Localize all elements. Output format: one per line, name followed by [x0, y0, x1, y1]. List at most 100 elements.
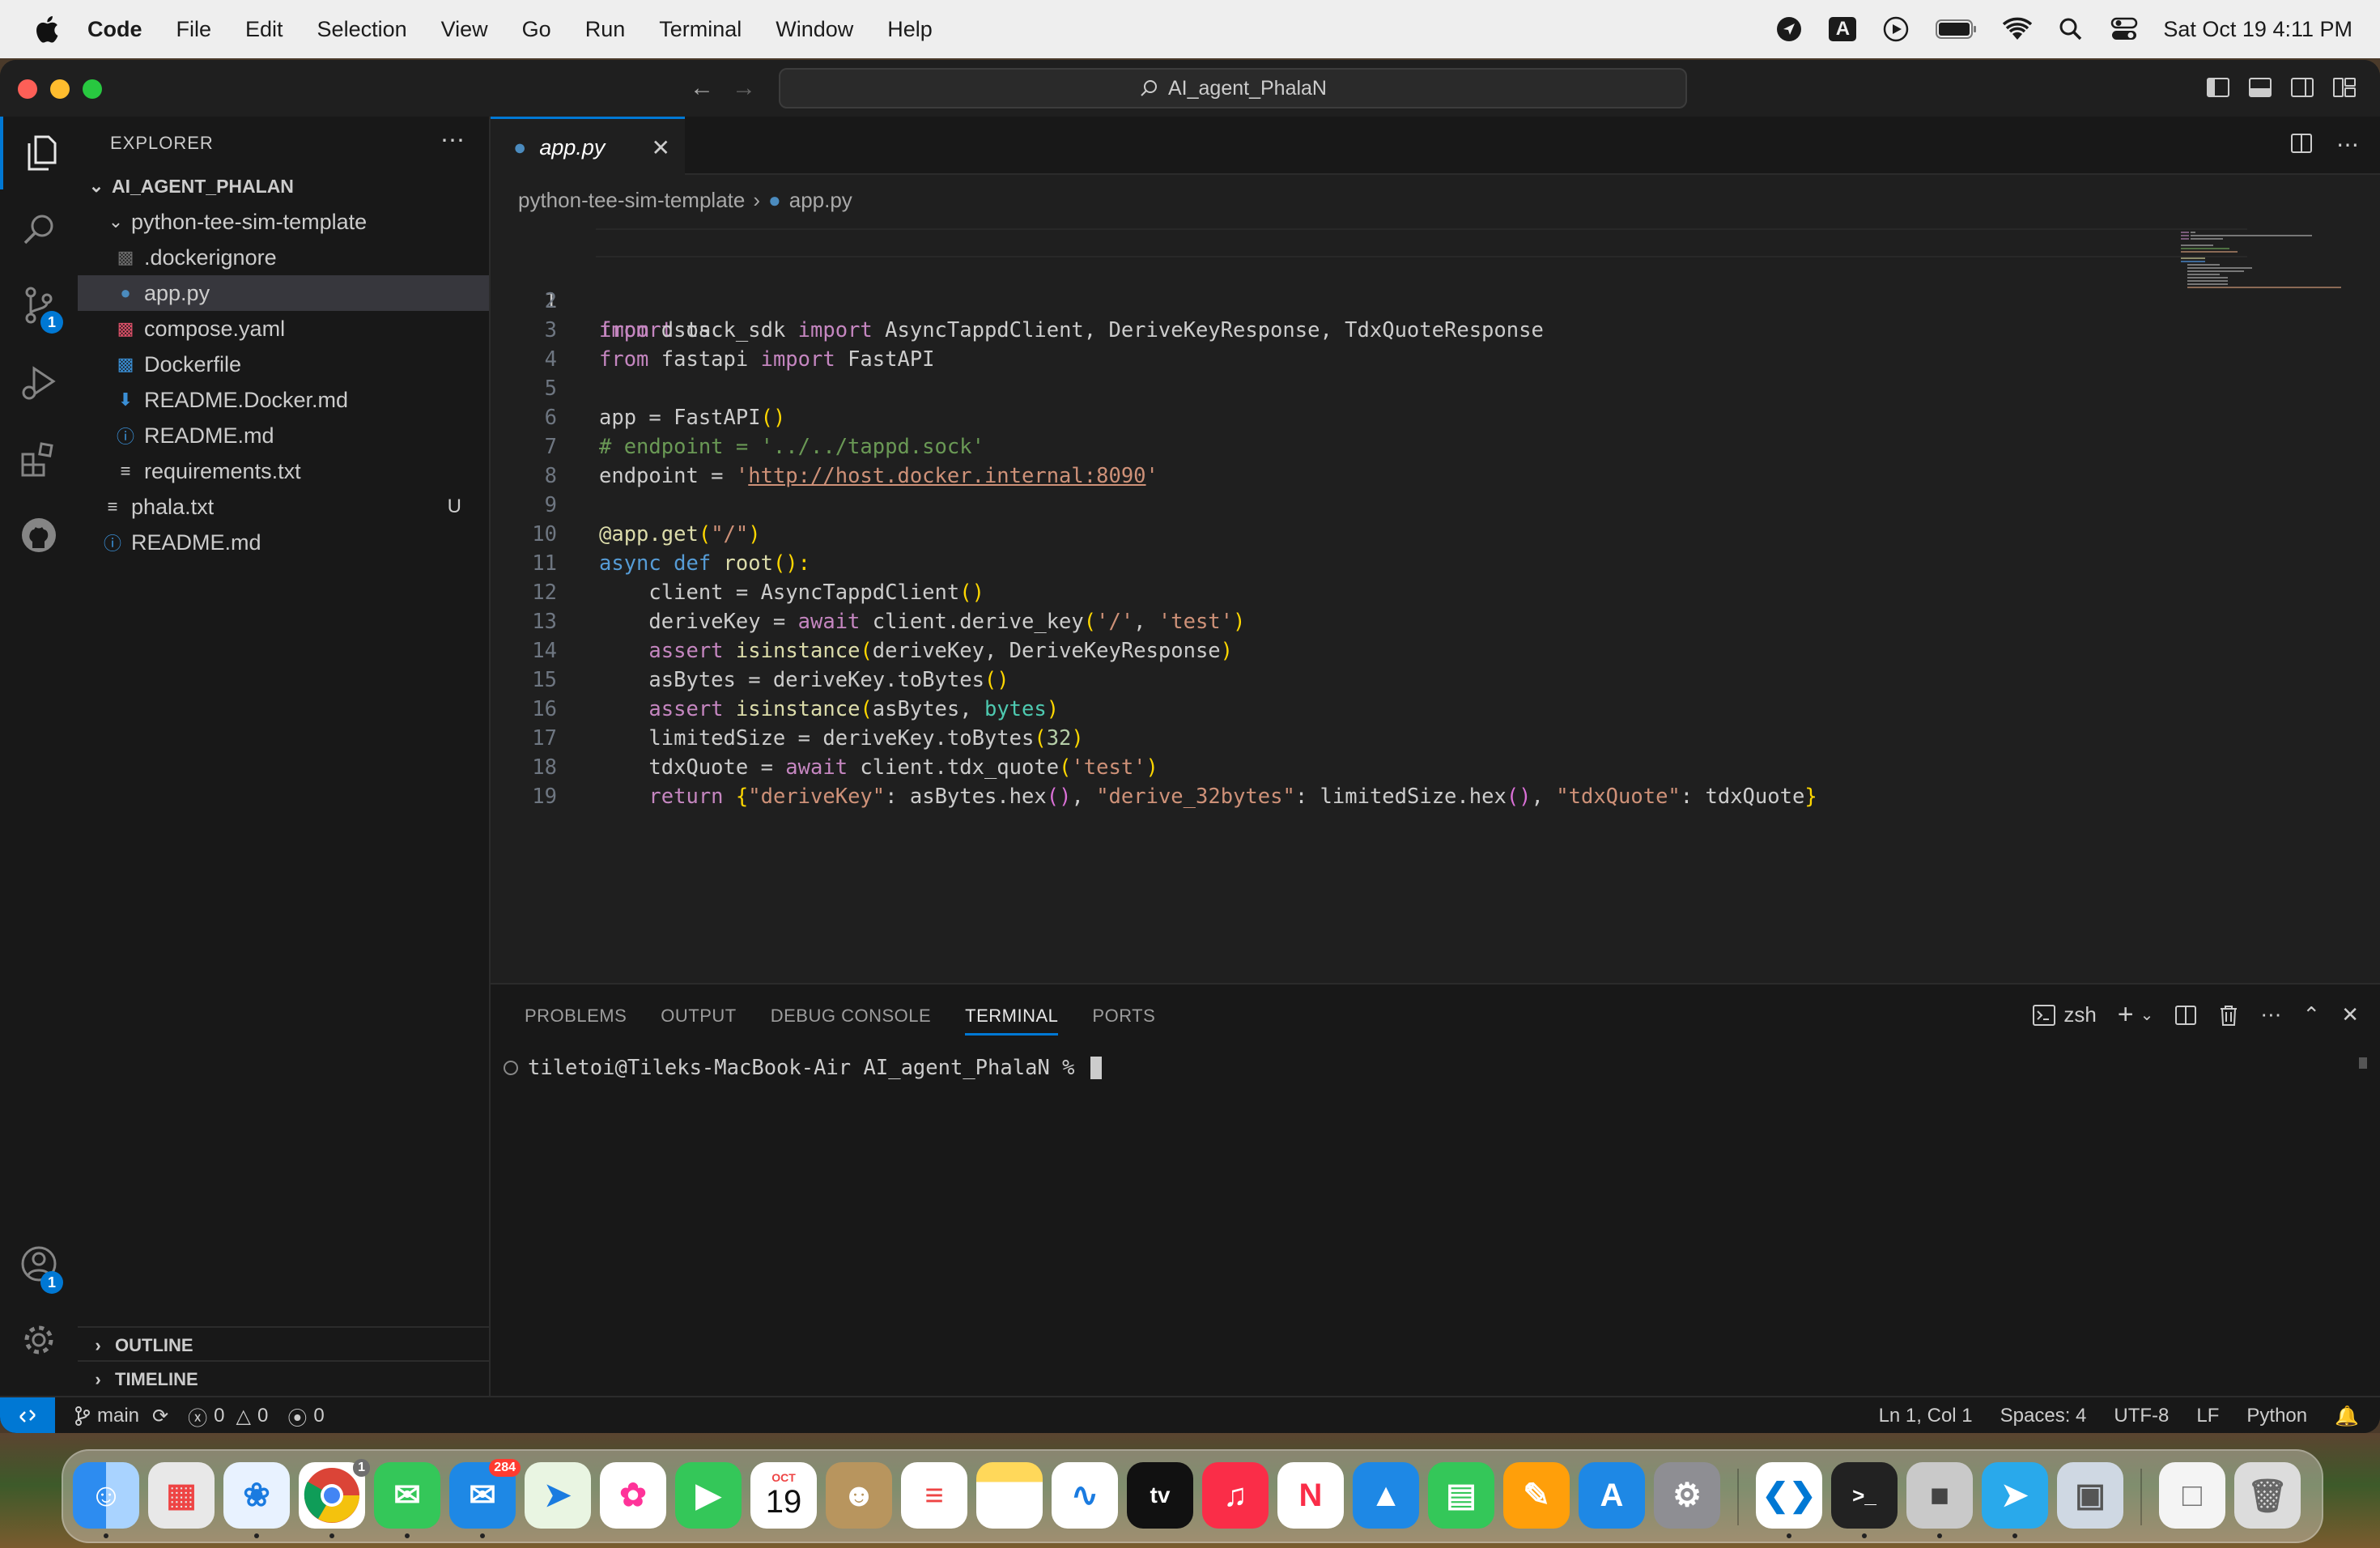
launchpad-icon[interactable]: ▦ — [148, 1462, 215, 1529]
breadcrumb-folder[interactable]: python-tee-sim-template — [518, 188, 745, 213]
chrome-icon[interactable]: 1 — [299, 1459, 370, 1529]
code-editor[interactable]: 1 import os 2 from dstack_sdk import Asy… — [491, 228, 2247, 1006]
freeform-icon[interactable]: ∿ — [1052, 1462, 1118, 1529]
input-source-icon[interactable]: A — [1828, 15, 1857, 44]
source-control-activity[interactable]: 1 — [0, 269, 78, 342]
cursor-position[interactable]: Ln 1, Col 1 — [1879, 1405, 1973, 1427]
trash-icon[interactable]: 🗑 — [2234, 1462, 2301, 1529]
menu-edit[interactable]: Edit — [245, 17, 283, 42]
file-row[interactable]: ⬇ README.Docker.md — [78, 382, 489, 418]
downloads-folder-icon[interactable]: □ — [2159, 1462, 2225, 1529]
finder-icon[interactable]: ☺ — [73, 1462, 139, 1529]
more-actions-icon[interactable]: ⋯ — [2260, 1002, 2281, 1027]
disk-utility-icon[interactable]: ■ — [1906, 1462, 1973, 1529]
sync-icon[interactable]: ⟳ — [152, 1405, 168, 1428]
numbers-icon[interactable]: ▤ — [1428, 1462, 1494, 1529]
file-row[interactable]: ≡ phala.txt U — [78, 489, 489, 525]
menu-help[interactable]: Help — [887, 17, 933, 42]
pages-icon[interactable]: ✎ — [1503, 1462, 1570, 1529]
toggle-secondary-sidebar-icon[interactable] — [2289, 74, 2315, 100]
minimap[interactable] — [2181, 232, 2343, 296]
explorer-more-icon[interactable]: ⋯ — [440, 126, 465, 155]
breadcrumb-file[interactable]: app.py — [789, 188, 852, 213]
menubar-clock[interactable]: Sat Oct 19 4:11 PM — [2163, 17, 2352, 42]
extensions-activity[interactable] — [0, 423, 78, 495]
mail-icon[interactable]: ✉ 284 — [449, 1459, 521, 1529]
terminal-output[interactable]: tiletoi@Tileks-MacBook-Air AI_agent_Phal… — [504, 1056, 1102, 1080]
menu-view[interactable]: View — [441, 17, 488, 42]
file-row[interactable]: ⓘ README.md — [78, 525, 489, 560]
manage-activity[interactable] — [0, 1303, 78, 1376]
close-panel-icon[interactable]: ✕ — [2341, 1002, 2359, 1027]
window-zoom-button[interactable] — [83, 79, 102, 99]
menu-terminal[interactable]: Terminal — [659, 17, 742, 42]
ports-indicator[interactable]: ⦿ 0 — [287, 1402, 324, 1431]
trash-icon[interactable] — [2218, 1004, 2239, 1027]
facetime-icon[interactable]: ▶ — [675, 1462, 742, 1529]
menu-file[interactable]: File — [176, 17, 212, 42]
calendar-icon[interactable]: OCT 19 — [750, 1462, 817, 1529]
tab-terminal[interactable]: TERMINAL — [965, 1006, 1059, 1036]
window-minimize-button[interactable] — [50, 79, 70, 99]
problems-indicator[interactable]: ⓧ 0 △ 0 — [188, 1402, 268, 1431]
tab-app-py[interactable]: ● app.py ✕ — [491, 117, 685, 176]
tab-debug-console[interactable]: DEBUG CONSOLE — [771, 1006, 931, 1036]
reminders-icon[interactable]: ≡ — [901, 1462, 967, 1529]
menu-selection[interactable]: Selection — [317, 17, 407, 42]
terminal-app-icon[interactable]: >_ — [1831, 1462, 1898, 1529]
maps-icon[interactable]: ➤ — [525, 1462, 591, 1529]
outline-section[interactable]: › OUTLINE — [78, 1326, 489, 1363]
customize-layout-icon[interactable] — [2331, 74, 2357, 100]
file-row[interactable]: ▩ Dockerfile — [78, 347, 489, 382]
menu-run[interactable]: Run — [585, 17, 626, 42]
contacts-icon[interactable]: ☻ — [826, 1462, 892, 1529]
folder-python-tee-sim-template[interactable]: ⌄ python-tee-sim-template — [78, 204, 489, 240]
vscode-icon[interactable]: ❮❯ — [1756, 1462, 1822, 1529]
file-row-selected[interactable]: ● app.py — [78, 275, 489, 311]
close-icon[interactable]: ✕ — [652, 134, 670, 161]
maximize-panel-icon[interactable]: ⌃ — [2302, 1002, 2320, 1027]
tab-ports[interactable]: PORTS — [1092, 1006, 1155, 1036]
indentation[interactable]: Spaces: 4 — [2000, 1405, 2087, 1427]
spotlight-search-icon[interactable] — [2056, 15, 2085, 44]
search-activity[interactable] — [0, 193, 78, 266]
github-activity[interactable] — [0, 499, 78, 572]
explorer-activity[interactable] — [0, 117, 81, 189]
remote-indicator[interactable] — [0, 1397, 55, 1433]
split-editor-icon[interactable] — [2289, 131, 2314, 155]
new-terminal-icon[interactable]: + — [2118, 999, 2134, 1031]
telegram-icon[interactable]: ➤ — [1982, 1462, 2048, 1529]
system-settings-icon[interactable]: ⚙ — [1654, 1462, 1720, 1529]
run-debug-activity[interactable] — [0, 347, 78, 419]
language-mode[interactable]: Python — [2246, 1405, 2307, 1427]
branch-indicator[interactable]: main ⟳ — [74, 1405, 168, 1428]
file-row[interactable]: ▩ .dockerignore — [78, 240, 489, 275]
back-arrow-icon[interactable]: ← — [688, 74, 716, 102]
battery-icon[interactable] — [1935, 15, 1978, 44]
app-store-icon[interactable]: A — [1579, 1462, 1645, 1529]
accounts-activity[interactable]: 1 — [0, 1227, 78, 1300]
photos-icon[interactable]: ✿ — [600, 1462, 666, 1529]
notes-icon[interactable] — [976, 1462, 1043, 1529]
file-row[interactable]: ≡ requirements.txt — [78, 453, 489, 489]
timeline-section[interactable]: › TIMELINE — [78, 1360, 489, 1397]
messages-icon[interactable]: ✉ — [374, 1462, 440, 1529]
location-arrow-icon[interactable] — [1774, 15, 1804, 44]
play-circle-icon[interactable] — [1881, 15, 1910, 44]
workspace-root[interactable]: ⌄ AI_AGENT_PHALAN — [78, 168, 489, 204]
tv-icon[interactable]: tv — [1127, 1462, 1193, 1529]
file-row[interactable]: ⓘ README.md — [78, 418, 489, 453]
file-row[interactable]: ▩ compose.yaml — [78, 311, 489, 347]
menu-app-name[interactable]: Code — [87, 17, 142, 42]
chevron-down-icon[interactable]: ⌄ — [2140, 1005, 2154, 1025]
end-of-line[interactable]: LF — [2196, 1405, 2219, 1427]
encoding[interactable]: UTF-8 — [2114, 1405, 2169, 1427]
music-icon[interactable]: ♫ — [1202, 1462, 1269, 1529]
keynote-icon[interactable]: ▲ — [1353, 1462, 1419, 1529]
split-terminal-icon[interactable] — [2174, 1004, 2197, 1027]
preview-icon[interactable]: ▣ — [2057, 1462, 2123, 1529]
toggle-primary-sidebar-icon[interactable] — [2205, 74, 2231, 100]
safari-icon[interactable]: ❀ — [223, 1462, 290, 1529]
more-actions-icon[interactable]: ⋯ — [2336, 131, 2359, 158]
news-icon[interactable]: N — [1277, 1462, 1344, 1529]
